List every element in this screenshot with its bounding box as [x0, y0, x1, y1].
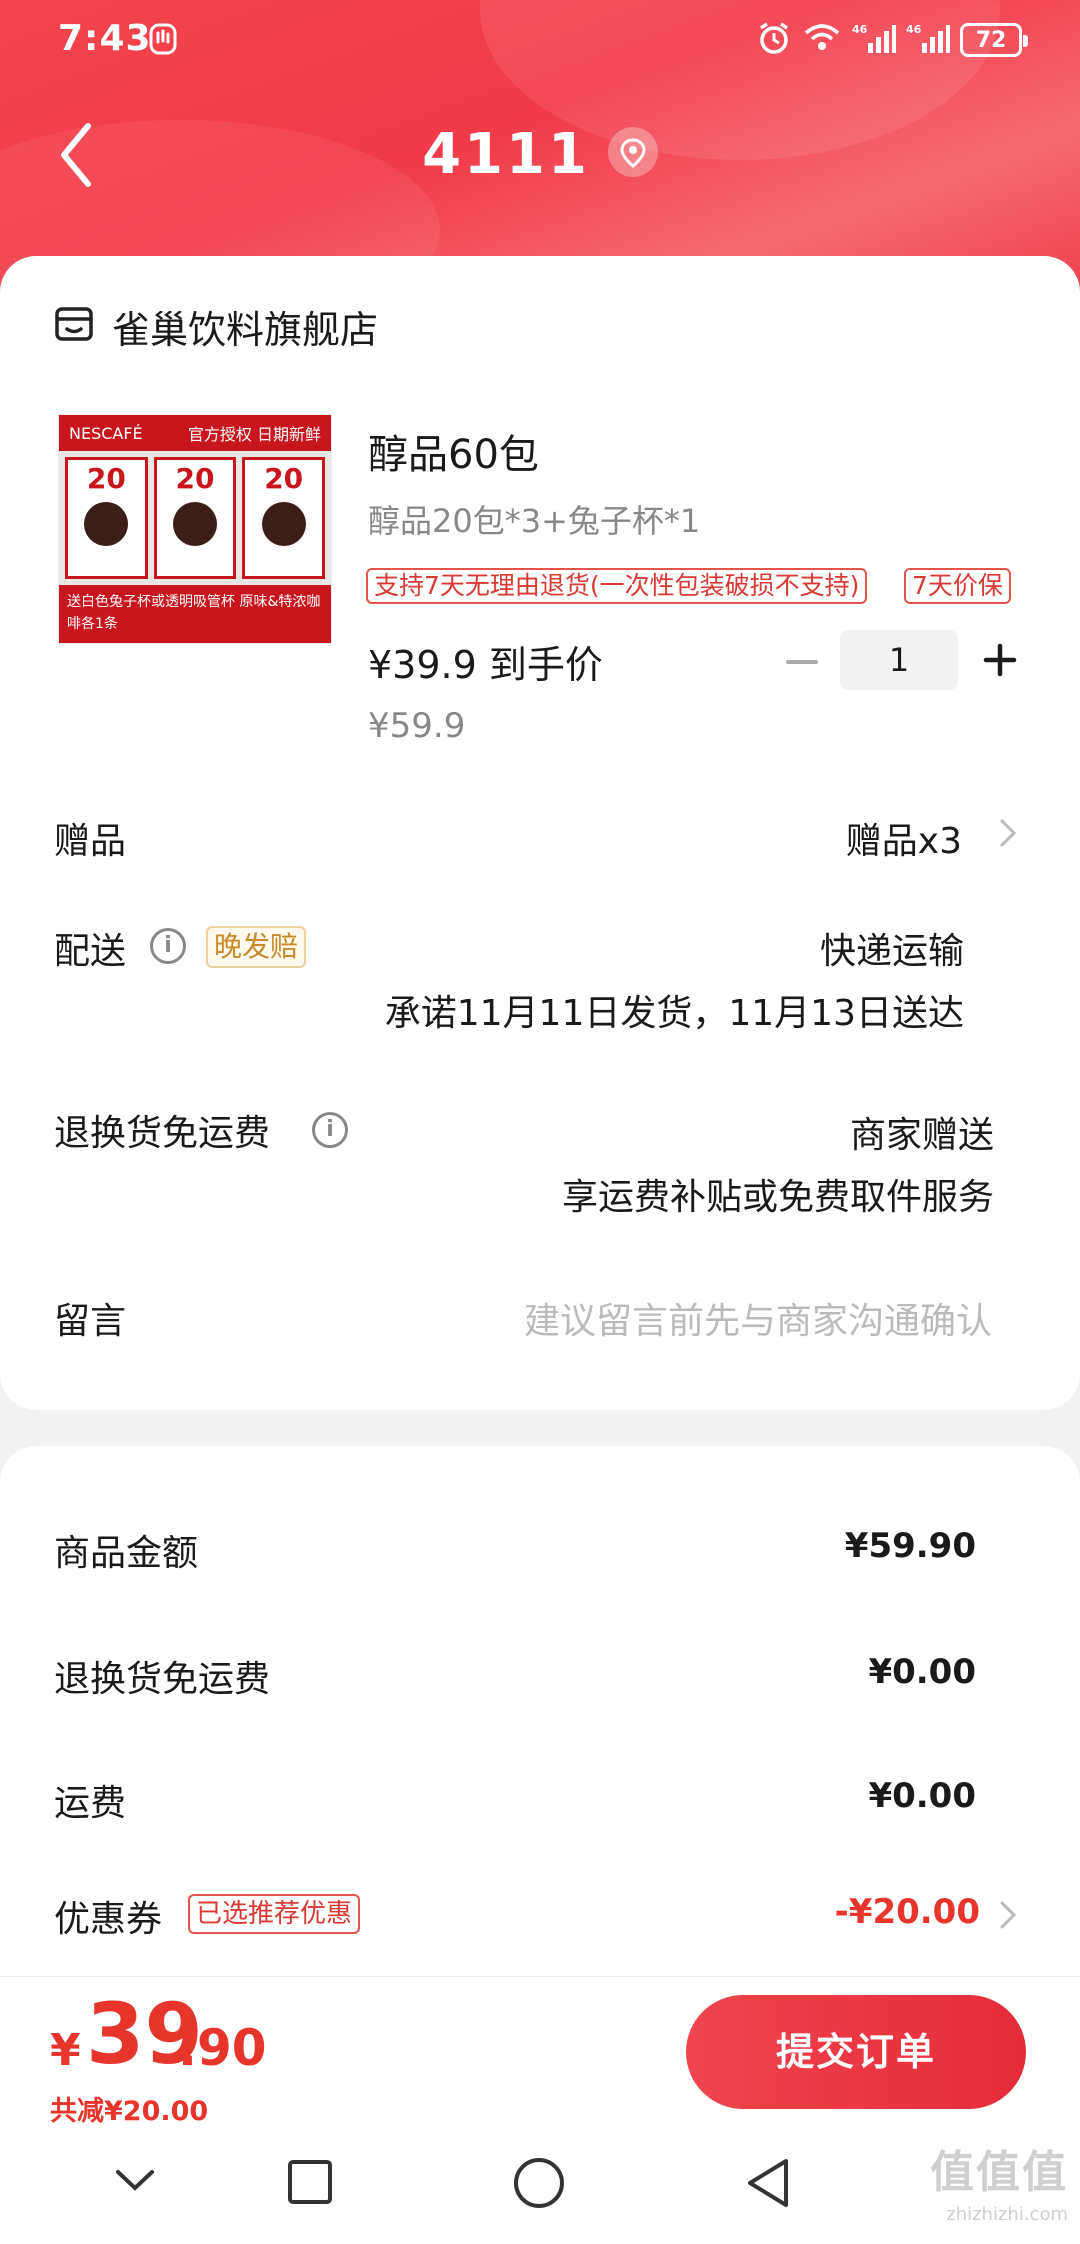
pack-count: 20 [175, 462, 215, 495]
quantity-minus-button[interactable] [782, 642, 822, 682]
pack-count: 20 [86, 462, 126, 495]
product-image-banner: NESCAFÉ 官方授权 日期新鲜 [59, 415, 331, 451]
total-saved: 共减¥20.00 [50, 2096, 209, 2127]
shipping-label: 运费 [54, 1783, 127, 1824]
goods-amount-label: 商品金额 [54, 1533, 199, 1574]
product-spec[interactable]: 醇品20包*3+兔子杯*1 [368, 496, 700, 542]
product-image-tagline: 官方授权 日期新鲜 [187, 425, 321, 444]
message-input[interactable]: 建议留言前先与商家沟通确认 [524, 1292, 992, 1344]
coffee-cup-icon [261, 502, 306, 546]
coffee-cup-icon [84, 502, 129, 546]
watermark-logo: 值值值 [930, 2147, 1068, 2198]
gift-value[interactable]: 赠品x3 [846, 812, 962, 864]
quantity-input[interactable]: 1 [840, 630, 958, 690]
alarm-icon [756, 20, 792, 60]
checkout-bar: ¥ 39 .90 共减¥20.00 提交订单 [0, 1976, 1080, 2127]
price-protect-tag: 7天价保 [904, 568, 1011, 604]
product-pack: 20 [242, 457, 326, 579]
store-row[interactable]: 雀巢饮料旗舰店 [54, 296, 378, 356]
address-title[interactable]: 4111 [0, 122, 1080, 187]
coupon-label: 优惠券 [54, 1899, 163, 1940]
wifi-icon [802, 21, 842, 59]
watermark-url: zhizhizhi.com [946, 2204, 1068, 2225]
goods-amount-value: ¥59.90 [844, 1526, 976, 1566]
summary-card: 商品金额 ¥59.90 退换货免运费 ¥0.00 运费 ¥0.00 优惠券 已选… [0, 1446, 1080, 2006]
pack-count: 20 [264, 462, 304, 495]
original-price: ¥59.9 [368, 706, 466, 746]
product-pack: 20 [153, 457, 237, 579]
back-icon[interactable] [744, 2156, 792, 2210]
submit-order-button[interactable]: 提交订单 [686, 1995, 1026, 2109]
product-image-promo: 送白色兔子杯或透明吸管杯 原味&特浓咖啡各1条 [59, 585, 331, 643]
home-icon[interactable] [512, 2156, 566, 2210]
delivery-label: 配送 [54, 931, 127, 972]
net-label: 46 [906, 23, 922, 36]
return-shipping-value: 商家赠送 [849, 1115, 994, 1156]
product-price: ¥39.9 到手价 [368, 643, 603, 687]
gesture-icon [148, 22, 178, 60]
delivery-promise: 承诺11月11日发货，11月13日送达 [384, 993, 964, 1034]
address-text: 4111 [422, 122, 590, 187]
minus-icon [786, 660, 818, 664]
product-pack: 20 [65, 457, 148, 579]
signal-icon: 46 [906, 21, 950, 59]
recents-icon[interactable] [286, 2158, 334, 2206]
info-icon[interactable]: i [312, 1112, 348, 1148]
coffee-cup-icon [173, 502, 217, 546]
product-image[interactable]: NESCAFÉ 官方授权 日期新鲜 20 20 20 送白色兔子杯或透明吸管杯 … [58, 414, 332, 644]
store-icon [54, 304, 94, 348]
signal-icon: 46 [852, 21, 896, 59]
shipping-value: ¥0.00 [868, 1776, 976, 1816]
battery-icon: 72 [960, 23, 1028, 57]
gift-label: 赠品 [54, 821, 127, 862]
return-fee-value: ¥0.00 [868, 1652, 976, 1692]
return-policy-tag: 支持7天无理由退货(一次性包装破损不支持) [366, 568, 868, 604]
product-image-packs: 20 20 20 [59, 451, 331, 585]
status-time: 7:43 [58, 18, 152, 59]
total-currency: ¥ [50, 2025, 81, 2076]
return-shipping-label: 退换货免运费 [54, 1113, 271, 1154]
order-card: 雀巢饮料旗舰店 NESCAFÉ 官方授权 日期新鲜 20 20 20 送白色兔子… [0, 256, 1080, 1410]
return-shipping-sub: 享运费补贴或免费取件服务 [561, 1177, 994, 1218]
chevron-right-icon[interactable] [996, 816, 1020, 850]
message-label: 留言 [54, 1301, 127, 1342]
plus-icon [983, 643, 1017, 677]
location-icon [607, 126, 658, 177]
product-title: 醇品60包 [368, 432, 539, 478]
late-compensation-tag: 晚发赔 [206, 926, 307, 968]
store-name: 雀巢饮料旗舰店 [112, 307, 379, 352]
info-icon[interactable]: i [150, 928, 186, 964]
coupon-value[interactable]: -¥20.00 [835, 1892, 980, 1932]
header: 7:43 46 46 72 4111 [0, 0, 1080, 300]
chevron-right-icon[interactable] [996, 1898, 1020, 1932]
quantity-plus-button[interactable] [980, 640, 1020, 680]
system-nav-bar: 值值值 zhizhizhi.com [0, 2124, 1080, 2244]
chevron-down-icon[interactable] [114, 2166, 156, 2196]
net-label: 46 [852, 23, 868, 36]
nav-bar: 4111 [0, 100, 1080, 210]
return-fee-label: 退换货免运费 [54, 1659, 271, 1700]
status-bar: 7:43 46 46 72 [0, 0, 1080, 80]
recommended-coupon-tag: 已选推荐优惠 [188, 1894, 361, 1934]
status-icons: 46 46 72 [756, 20, 1028, 60]
brand-logo: NESCAFÉ [69, 423, 143, 443]
total-decimal: .90 [178, 2019, 267, 2077]
delivery-method[interactable]: 快递运输 [820, 922, 964, 974]
